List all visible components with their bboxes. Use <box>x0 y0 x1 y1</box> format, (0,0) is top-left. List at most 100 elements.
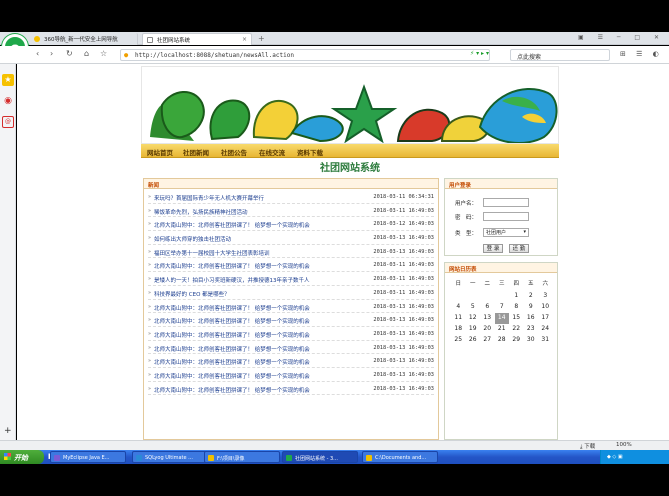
bookmark-star-icon[interactable]: ☆ <box>100 49 107 58</box>
calendar-day[interactable]: 29 <box>509 335 524 346</box>
calendar-day[interactable]: 24 <box>538 324 553 335</box>
tray-icons[interactable]: ◆ ◇ ▣ <box>607 454 623 460</box>
news-title[interactable]: 北师大南山附中：北师创客社团拼课了！ 给梦想一个实现的机会 <box>154 317 364 325</box>
calendar-day[interactable]: 17 <box>538 313 553 324</box>
news-row[interactable]: » 稀饭革命先烈，弘扬民族精神社团活动 2018-03-11 16:49:03 <box>148 204 434 218</box>
news-title[interactable]: 北师大南山附中：北师创客社团拼课了！ 给梦想一个实现的机会 <box>154 331 364 339</box>
nav-item-home[interactable]: 网站首页 <box>147 147 173 157</box>
forward-icon[interactable]: › <box>50 49 53 58</box>
nav-item-downloads[interactable]: 资料下载 <box>297 147 323 157</box>
calendar-day[interactable]: 28 <box>495 335 510 346</box>
tab-360-nav[interactable]: 360导航_新一代安全上网导航 <box>30 33 138 45</box>
favorites-star-icon[interactable]: ★ <box>2 74 14 86</box>
news-row[interactable]: » 科技界最好的 CEO 都是哪些？ 2018-03-11 16:49:03 <box>148 286 434 300</box>
news-title[interactable]: 北师大南山附中：北师创客社团拼课了！ 给梦想一个实现的机会 <box>154 386 364 394</box>
close-tab-icon[interactable]: × <box>242 36 247 43</box>
news-title[interactable]: 北师大南山附中：北师创客社团拼课了！ 给梦想一个实现的机会 <box>154 221 364 229</box>
news-row[interactable]: » 北师大南山附中：北师创客社团拼课了！ 给梦想一个实现的机会 2018-03-13… <box>148 368 434 382</box>
calendar-day[interactable]: 2 <box>524 291 539 302</box>
calendar-day[interactable]: 30 <box>524 335 539 346</box>
home-icon[interactable]: ⌂ <box>84 49 89 58</box>
news-row[interactable]: » 北师大南山附中：北师创客社团拼课了！ 给梦想一个实现的机会 2018-03-12… <box>148 217 434 232</box>
news-title[interactable]: 北师大南山附中：北师创客社团拼课了！ 给梦想一个实现的机会 <box>154 304 364 312</box>
tab-site-system[interactable]: 社团网站系统 × <box>142 33 252 45</box>
search-input[interactable]: 点此搜索 <box>510 49 610 61</box>
calendar-day[interactable]: 5 <box>466 302 481 313</box>
calendar-day[interactable]: 12 <box>466 313 481 324</box>
calendar-day-today[interactable]: 14 <box>494 313 509 324</box>
news-row[interactable]: » 北师大南山附中：北师创客社团拼课了！ 给梦想一个实现的机会 2018-03-13… <box>148 327 434 341</box>
news-title[interactable]: 北师大南山附中：北师创客社团拼课了！ 给梦想一个实现的机会 <box>154 345 364 353</box>
refresh-icon[interactable]: ↻ <box>66 49 73 58</box>
news-row[interactable]: » 是矮人的一天！拍目小习奖班新硬汉，并推授德13年亲子数千人 2018-03-11… <box>148 272 434 286</box>
calendar-day[interactable]: 19 <box>466 324 481 335</box>
news-title[interactable]: 科技界最好的 CEO 都是哪些？ <box>154 290 364 298</box>
taskbar-task[interactable]: C:\Documents and... <box>362 451 438 463</box>
calendar-day[interactable]: 6 <box>480 302 495 313</box>
zoom-level[interactable]: 100% <box>616 442 632 448</box>
calendar-day[interactable]: 8 <box>509 302 524 313</box>
nav-item-chat[interactable]: 在线交流 <box>259 147 285 157</box>
calendar-day[interactable]: 25 <box>451 335 466 346</box>
news-title[interactable]: 北师大南山附中：北师创客社团拼课了！ 给梦想一个实现的机会 <box>154 372 364 380</box>
news-title[interactable]: 北师大南山附中：北师创客社团拼课了！ 给梦想一个实现的机会 <box>154 358 364 366</box>
calendar-weekday: 一 <box>469 281 476 287</box>
calendar-day[interactable]: 31 <box>538 335 553 346</box>
news-row[interactable]: » 北师大南山附中：北师创客社团拼课了！ 给梦想一个实现的机会 2018-03-13… <box>148 341 434 355</box>
calendar-day[interactable]: 26 <box>466 335 481 346</box>
window-controls[interactable]: ▣ ☰ ─ □ ✕ <box>578 34 665 41</box>
calendar-day[interactable]: 10 <box>538 302 553 313</box>
new-tab-button[interactable]: + <box>258 34 265 43</box>
start-button[interactable]: 开始 <box>0 450 44 464</box>
mail-icon[interactable]: @ <box>2 116 14 128</box>
nav-item-news[interactable]: 社团新闻 <box>183 147 209 157</box>
calendar-day[interactable]: 7 <box>495 302 510 313</box>
login-button[interactable]: 登 录 <box>483 244 503 253</box>
news-title[interactable]: 北师大南山附中：北师创客社团拼课了！ 给梦想一个实现的机会 <box>154 262 364 270</box>
news-row[interactable]: » 福田区举办第十一届校园十大学生社团表彰培训 2018-03-13 16:49:0… <box>148 245 434 259</box>
taskbar-task[interactable]: 社团网站系统 - 3... <box>282 451 358 463</box>
calendar-day[interactable]: 21 <box>495 324 510 335</box>
calendar-day[interactable]: 13 <box>480 313 495 324</box>
calendar-day[interactable]: 11 <box>451 313 466 324</box>
nav-item-notices[interactable]: 社团公告 <box>221 147 247 157</box>
browser-tools[interactable]: ⊞ ☰ ◐ <box>620 50 663 58</box>
calendar-day[interactable]: 22 <box>509 324 524 335</box>
news-title[interactable]: 如何练出大师穿的独击社团活动 <box>154 235 364 243</box>
news-row[interactable]: » 来玩吗？首届国际青少年无人机大赛开幕举行 2018-03-11 06:34:31 <box>148 190 434 204</box>
news-row[interactable]: » 北师大南山附中：北师创客社团拼课了！ 给梦想一个实现的机会 2018-03-11… <box>148 258 434 273</box>
calendar-day[interactable]: 20 <box>480 324 495 335</box>
news-row[interactable]: » 北师大南山附中：北师创客社团拼课了！ 给梦想一个实现的机会 2018-03-13… <box>148 300 434 314</box>
news-row[interactable]: » 北师大南山附中：北师创客社团拼课了！ 给梦想一个实现的机会 2018-03-13… <box>148 313 434 327</box>
taskbar-task[interactable]: F:\项目\录像 <box>204 451 280 463</box>
back-icon[interactable]: ‹ <box>36 49 39 58</box>
weibo-icon[interactable]: ◉ <box>2 95 14 107</box>
calendar-day[interactable]: 16 <box>524 313 539 324</box>
news-title[interactable]: 来玩吗？首届国际青少年无人机大赛开幕举行 <box>154 194 364 202</box>
calendar-day[interactable]: 23 <box>524 324 539 335</box>
add-sidebar-icon[interactable]: + <box>4 426 12 436</box>
calendar-day <box>466 291 481 302</box>
news-title[interactable]: 稀饭革命先烈，弘扬民族精神社团活动 <box>154 208 364 216</box>
url-input[interactable]: ● http://localhost:8088/shetuan/newsAll.… <box>120 49 490 61</box>
news-row[interactable]: » 北师大南山附中：北师创客社团拼课了！ 给梦想一个实现的机会 2018-03-13… <box>148 354 434 368</box>
news-title[interactable]: 福田区举办第十一届校园十大学生社团表彰培训 <box>154 249 364 257</box>
calendar-day[interactable]: 4 <box>451 302 466 313</box>
news-title[interactable]: 是矮人的一天！拍目小习奖班新硬汉，并推授德13年亲子数千人 <box>154 276 364 284</box>
url-tools-icon[interactable]: ⚡ ▾ ▸ ▾ <box>470 50 489 57</box>
calendar-day[interactable]: 9 <box>524 302 539 313</box>
taskbar-task[interactable]: MyEclipse Java E... <box>50 451 126 463</box>
news-row[interactable]: » 如何练出大师穿的独击社团活动 2018-03-13 16:49:03 <box>148 231 434 245</box>
calendar-day[interactable]: 1 <box>509 291 524 302</box>
user-type-select[interactable]: 社团用户 ▾ <box>483 228 529 237</box>
password-input[interactable] <box>483 212 529 221</box>
calendar-day[interactable]: 3 <box>538 291 553 302</box>
taskbar-task[interactable]: SQLyog Ultimate ... <box>132 451 208 463</box>
calendar-day[interactable]: 15 <box>509 313 524 324</box>
calendar-day[interactable]: 18 <box>451 324 466 335</box>
username-input[interactable] <box>483 198 529 207</box>
reset-button[interactable]: 还 勤 <box>509 244 529 253</box>
task-label: F:\项目\录像 <box>217 456 245 462</box>
calendar-day[interactable]: 27 <box>480 335 495 346</box>
news-row[interactable]: » 北师大南山附中：北师创客社团拼课了！ 给梦想一个实现的机会 2018-03-13… <box>148 382 434 396</box>
